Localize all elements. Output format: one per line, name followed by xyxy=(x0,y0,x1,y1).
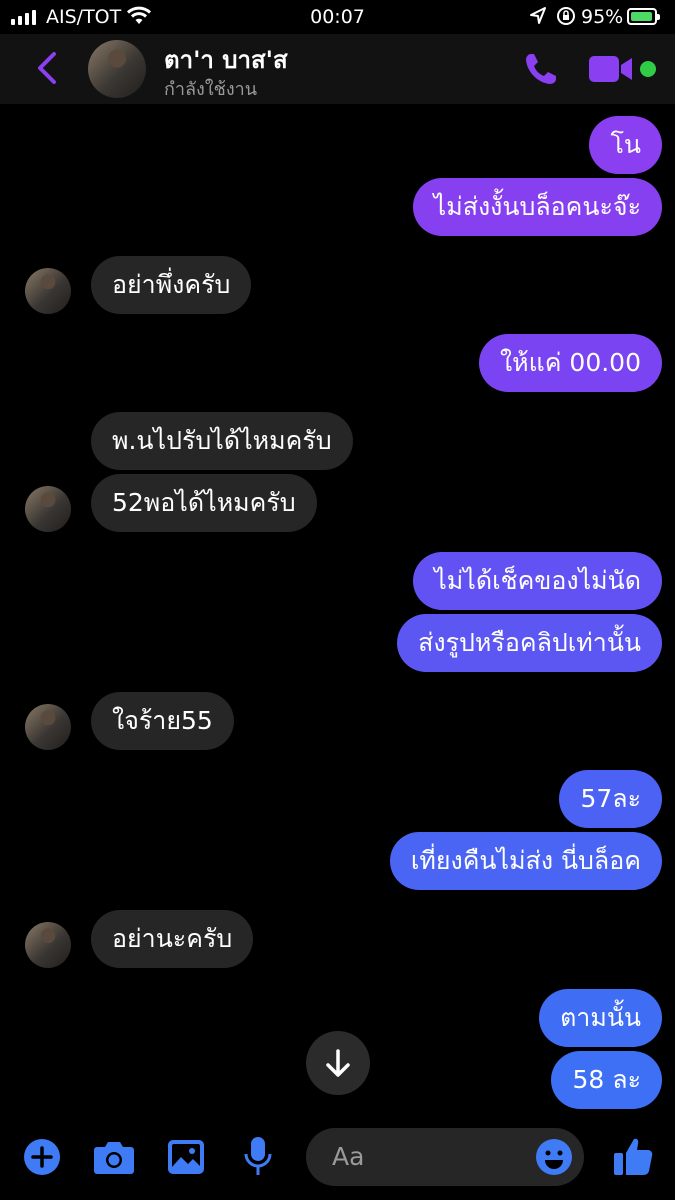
sender-avatar[interactable] xyxy=(25,486,71,532)
message-bubble-incoming[interactable]: อย่านะครับ xyxy=(91,910,254,968)
battery-percent: 95% xyxy=(581,6,624,28)
rotation-lock-icon xyxy=(557,7,575,25)
back-chevron-icon[interactable] xyxy=(34,48,60,88)
message-bubble-outgoing[interactable]: ไม่ได้เช็คของไม่นัด xyxy=(413,552,662,610)
plus-icon[interactable] xyxy=(23,1138,61,1176)
chat-header: ตา'า บาส'ส กำลังใช้งาน xyxy=(0,34,675,104)
sender-avatar[interactable] xyxy=(25,268,71,314)
status-bar: AIS/TOT 00:07 95% xyxy=(0,0,675,34)
contact-status: กำลังใช้งาน xyxy=(164,79,258,100)
message-bubble-outgoing[interactable]: ส่งรูปหรือคลิปเท่านั้น xyxy=(397,614,662,672)
message-bubble-outgoing[interactable]: 57ละ xyxy=(559,770,662,828)
image-icon[interactable] xyxy=(167,1139,205,1175)
microphone-icon[interactable] xyxy=(243,1136,273,1178)
message-input[interactable]: Aa xyxy=(306,1128,584,1186)
arrow-down-icon xyxy=(326,1049,350,1077)
camera-icon[interactable] xyxy=(93,1139,135,1175)
location-arrow-icon xyxy=(530,7,546,24)
message-bubble-outgoing[interactable]: ตามนั้น xyxy=(539,989,662,1047)
message-bubble-outgoing[interactable]: ไม่ส่งงั้นบล็อคนะจ๊ะ xyxy=(412,178,662,236)
message-input-placeholder: Aa xyxy=(332,1142,365,1171)
thumbs-up-icon[interactable] xyxy=(612,1135,654,1177)
sender-avatar[interactable] xyxy=(25,922,71,968)
message-bubble-incoming[interactable]: ใจร้าย55 xyxy=(91,692,234,750)
message-bubble-outgoing[interactable]: เที่ยงคืนไม่ส่ง นี่บล็อค xyxy=(389,832,662,890)
contact-avatar[interactable] xyxy=(88,40,146,98)
composer-bar: Aa xyxy=(0,1115,675,1200)
message-bubble-outgoing[interactable]: โน xyxy=(589,116,662,174)
scroll-to-bottom-button[interactable] xyxy=(306,1031,370,1095)
emoji-icon[interactable] xyxy=(534,1137,574,1177)
sender-avatar[interactable] xyxy=(25,704,71,750)
message-bubble-outgoing[interactable]: 58 ละ xyxy=(551,1051,662,1109)
message-bubble-outgoing[interactable]: ให้แค่ 00.00 xyxy=(478,334,662,392)
video-camera-icon[interactable] xyxy=(588,54,634,84)
message-bubble-incoming[interactable]: พ.นไปรับได้ไหมครับ xyxy=(91,412,353,470)
message-bubble-incoming[interactable]: อย่าพึ่งครับ xyxy=(91,256,252,314)
message-bubble-incoming[interactable]: 52พอได้ไหมครับ xyxy=(91,474,317,532)
online-status-dot xyxy=(640,61,656,77)
battery-icon xyxy=(627,8,660,25)
phone-icon[interactable] xyxy=(522,50,560,88)
